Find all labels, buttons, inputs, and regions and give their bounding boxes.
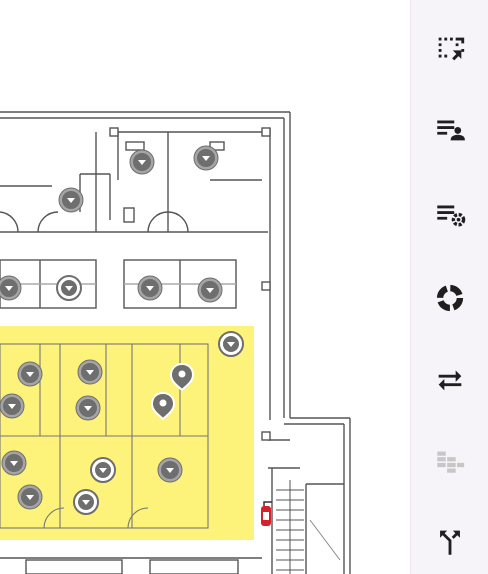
- occupant-marker[interactable]: [17, 484, 43, 510]
- list-settings-button[interactable]: [423, 187, 477, 241]
- stack-icon: [437, 451, 465, 473]
- occupant-marker[interactable]: [193, 145, 219, 171]
- occupant-marker-selected[interactable]: [218, 331, 244, 357]
- list-person-icon: [437, 120, 465, 141]
- occupant-marker-selected[interactable]: [56, 275, 82, 301]
- stack-button[interactable]: [423, 433, 477, 487]
- occupant-marker[interactable]: [77, 359, 103, 385]
- occupant-marker[interactable]: [0, 393, 25, 419]
- occupant-marker[interactable]: [157, 457, 183, 483]
- floor-plan-map[interactable]: [0, 0, 410, 574]
- occupant-marker[interactable]: [129, 149, 155, 175]
- occupant-marker-selected[interactable]: [73, 489, 99, 515]
- occupant-marker[interactable]: [1, 450, 27, 476]
- stairs: [276, 480, 341, 574]
- occupant-marker[interactable]: [17, 361, 43, 387]
- occupant-marker[interactable]: [58, 187, 84, 213]
- floor-plan-canvas: [0, 111, 351, 574]
- map-toolbar: [410, 0, 488, 574]
- merge-arrow-icon: [440, 530, 460, 555]
- swap-icon: [438, 370, 462, 391]
- donut-icon: [436, 284, 464, 312]
- select-area-icon: [438, 37, 465, 61]
- occupant-marker[interactable]: [197, 277, 223, 303]
- occupant-marker-selected[interactable]: [90, 457, 116, 483]
- merge-arrow-button[interactable]: [423, 515, 477, 569]
- occupant-marker[interactable]: [137, 275, 163, 301]
- select-area-button[interactable]: [423, 22, 477, 76]
- occupant-marker[interactable]: [0, 275, 22, 301]
- highlighted-zone[interactable]: [0, 326, 254, 540]
- assign-person-list-button[interactable]: [423, 102, 477, 156]
- fire-extinguisher-icon: [261, 501, 272, 526]
- occupant-marker[interactable]: [75, 395, 101, 421]
- swap-button[interactable]: [423, 352, 477, 406]
- list-settings-icon: [437, 205, 466, 227]
- donut-chart-button[interactable]: [423, 271, 477, 325]
